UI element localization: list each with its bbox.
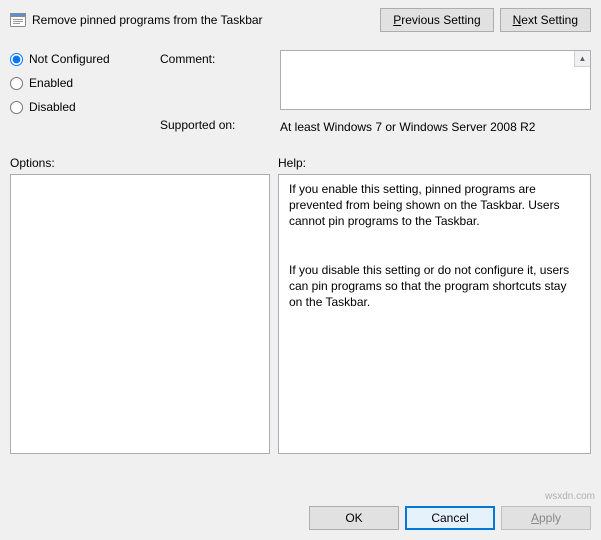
options-label: Options: <box>10 156 270 170</box>
panels: If you enable this setting, pinned progr… <box>10 174 591 496</box>
state-radio-group: Not Configured Enabled Disabled <box>10 50 160 114</box>
comment-box: ▲ <box>280 50 591 110</box>
scroll-up-icon[interactable]: ▲ <box>574 51 590 67</box>
apply-button: Apply <box>501 506 591 530</box>
cancel-button[interactable]: Cancel <box>405 506 495 530</box>
radio-not-configured-input[interactable] <box>10 53 23 66</box>
comment-input[interactable] <box>281 51 574 109</box>
settings-grid: Not Configured Enabled Disabled Comment:… <box>10 50 591 140</box>
radio-enabled-label[interactable]: Enabled <box>29 76 73 90</box>
supported-on-value: At least Windows 7 or Windows Server 200… <box>280 116 591 134</box>
radio-not-configured-label[interactable]: Not Configured <box>29 52 110 66</box>
radio-not-configured[interactable]: Not Configured <box>10 52 160 66</box>
radio-disabled-input[interactable] <box>10 101 23 114</box>
help-panel: If you enable this setting, pinned progr… <box>278 174 591 454</box>
comment-label: Comment: <box>160 50 280 66</box>
help-label: Help: <box>278 156 591 170</box>
policy-editor-dialog: Remove pinned programs from the Taskbar … <box>0 0 601 540</box>
dialog-buttons: OK Cancel Apply <box>10 506 591 530</box>
supported-on-label: Supported on: <box>160 116 280 132</box>
panel-headers: Options: Help: <box>10 156 591 170</box>
next-setting-button[interactable]: Next Setting <box>500 8 591 32</box>
policy-title: Remove pinned programs from the Taskbar <box>32 13 263 27</box>
policy-icon <box>10 12 26 28</box>
previous-setting-button[interactable]: Previous Setting <box>380 8 493 32</box>
options-panel <box>10 174 270 454</box>
radio-disabled[interactable]: Disabled <box>10 100 160 114</box>
radio-disabled-label[interactable]: Disabled <box>29 100 76 114</box>
title-wrap: Remove pinned programs from the Taskbar <box>10 12 374 28</box>
ok-button[interactable]: OK <box>309 506 399 530</box>
header: Remove pinned programs from the Taskbar … <box>10 8 591 32</box>
radio-enabled[interactable]: Enabled <box>10 76 160 90</box>
help-text: If you enable this setting, pinned progr… <box>279 175 582 317</box>
radio-enabled-input[interactable] <box>10 77 23 90</box>
